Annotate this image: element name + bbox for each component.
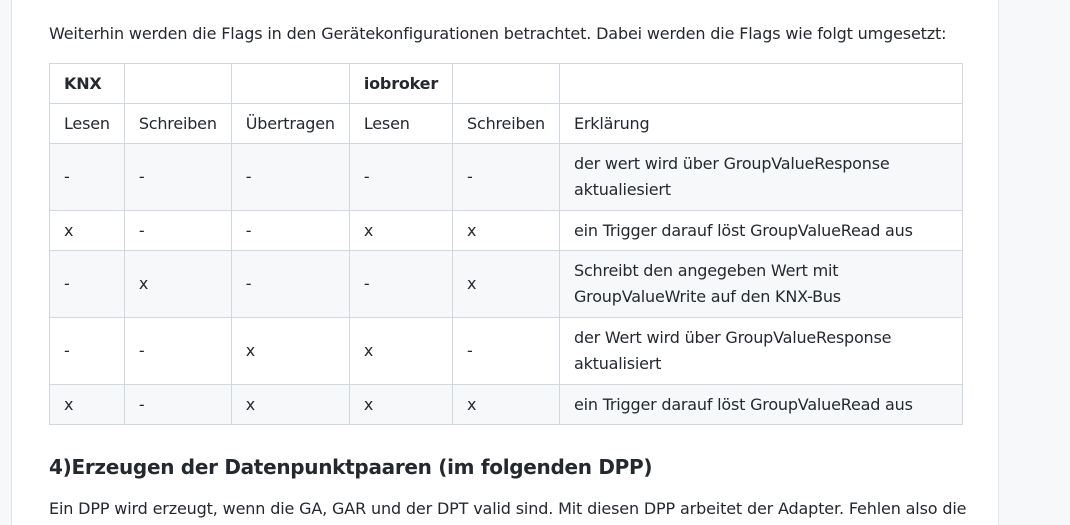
table-row: - - - - - der wert wird über GroupValueR… — [49, 143, 964, 211]
table-cell: - — [123, 210, 232, 251]
table-cell: x — [348, 210, 454, 251]
column-header: Übertragen — [230, 103, 350, 144]
section-heading: 4)Erzeugen der Datenpunktpaaren (im folg… — [49, 455, 653, 479]
table-cell: - — [348, 143, 454, 211]
table-cell: - — [230, 210, 350, 251]
table-cell: - — [452, 317, 560, 385]
table-cell: x — [230, 317, 350, 385]
table-cell: x — [348, 317, 454, 385]
table-cell: x — [123, 250, 232, 318]
table-cell: - — [230, 250, 350, 318]
table-cell: - — [49, 250, 125, 318]
column-header: Lesen — [348, 103, 454, 144]
group-header-empty — [558, 63, 964, 104]
column-header: Erklärung — [558, 103, 964, 144]
document-page: Weiterhin werden die Flags in den Geräte… — [11, 0, 999, 525]
table-cell: - — [348, 250, 454, 318]
table-cell: - — [123, 384, 232, 425]
table-cell: - — [452, 143, 560, 211]
explanation-cell: Schreibt den angegeben Wert mit GroupVal… — [558, 250, 964, 318]
table-cell: - — [49, 317, 125, 385]
intro-paragraph: Weiterhin werden die Flags in den Geräte… — [49, 24, 947, 43]
group-header-iobroker: iobroker — [348, 63, 454, 104]
column-header: Schreiben — [452, 103, 560, 144]
explanation-cell: ein Trigger darauf löst GroupValueRead a… — [558, 210, 964, 251]
column-header: Schreiben — [123, 103, 232, 144]
table-row: x - x x x ein Trigger darauf löst GroupV… — [49, 384, 964, 425]
explanation-cell: der wert wird über GroupValueResponse ak… — [558, 143, 964, 211]
table-row: - - x x - der Wert wird über GroupValueR… — [49, 317, 964, 385]
body-paragraph: Ein DPP wird erzeugt, wenn die GA, GAR u… — [49, 499, 967, 518]
table-cell: x — [452, 384, 560, 425]
table-cell: x — [230, 384, 350, 425]
table-cell: x — [452, 250, 560, 318]
table-group-header-row: KNX iobroker — [49, 63, 964, 104]
table-cell: - — [230, 143, 350, 211]
group-header-empty — [230, 63, 350, 104]
explanation-cell: ein Trigger darauf löst GroupValueRead a… — [558, 384, 964, 425]
table-column-header-row: Lesen Schreiben Übertragen Lesen Schreib… — [49, 103, 964, 144]
table-cell: x — [49, 384, 125, 425]
explanation-cell: der Wert wird über GroupValueResponse ak… — [558, 317, 964, 385]
group-header-empty — [452, 63, 560, 104]
table-cell: - — [123, 317, 232, 385]
table-cell: - — [123, 143, 232, 211]
column-header: Lesen — [49, 103, 125, 144]
flags-table: KNX iobroker Lesen Schreiben Übertragen … — [49, 63, 964, 425]
table-cell: - — [49, 143, 125, 211]
table-row: - x - - x Schreibt den angegeben Wert mi… — [49, 250, 964, 318]
table-cell: x — [49, 210, 125, 251]
table-row: x - - x x ein Trigger darauf löst GroupV… — [49, 210, 964, 251]
group-header-empty — [123, 63, 232, 104]
group-header-knx: KNX — [49, 63, 125, 104]
table-cell: x — [452, 210, 560, 251]
table-cell: x — [348, 384, 454, 425]
